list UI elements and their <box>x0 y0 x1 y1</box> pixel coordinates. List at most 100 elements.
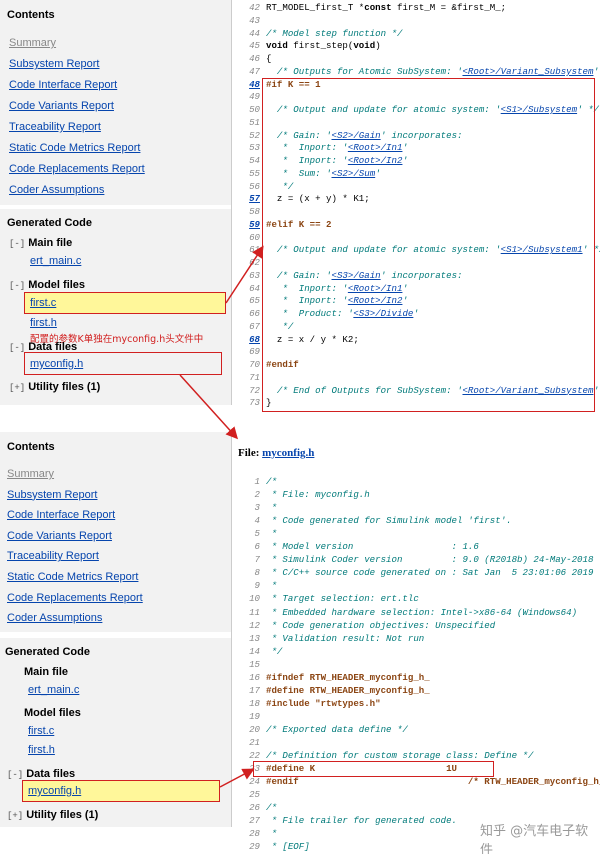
code-text: /* Outputs for Atomic SubSystem: '<Root>… <box>266 65 599 77</box>
code-line: 15 <box>240 659 600 672</box>
line-number: 66 <box>249 308 260 319</box>
line-number: 63 <box>249 269 260 281</box>
line-number: 56 <box>249 180 260 192</box>
collapse-toggle[interactable]: [-] <box>9 281 25 291</box>
generated-code-title: Generated Code <box>5 646 90 658</box>
code-text: /* Definition for custom storage class: … <box>266 750 534 762</box>
code-line: 5 * <box>240 528 600 541</box>
line-number: 53 <box>249 142 260 154</box>
line-number: 72 <box>249 384 260 396</box>
code-text: * <box>266 828 277 840</box>
code-line: 45 void first_step(void) <box>240 40 600 53</box>
code-text: /* <box>266 476 277 487</box>
line-number: 18 <box>249 697 260 709</box>
code-line: 19 <box>240 711 600 724</box>
report-link-code-replacements-report[interactable]: Code Replacements Report <box>9 163 145 175</box>
code-line: 17 #define RTW_HEADER_myconfig_h_ <box>240 685 600 698</box>
code-line: 11 * Embedded hardware selection: Intel-… <box>240 607 600 620</box>
code-line: 10 * Target selection: ert.tlc <box>240 593 600 606</box>
code-text: * C/C++ source code generated on : Sat J… <box>266 567 594 579</box>
report-link-code-variants-report[interactable]: Code Variants Report <box>9 100 114 112</box>
line-number: 46 <box>249 53 260 64</box>
collapse-toggle[interactable]: [-] <box>9 239 25 249</box>
file-link-first-h[interactable]: first.h <box>30 317 57 329</box>
utility-files-group[interactable]: [+] Utility files (1) <box>9 381 100 393</box>
line-number[interactable]: 57 <box>240 193 260 204</box>
expand-toggle[interactable]: [+] <box>9 383 25 393</box>
code-line: 4 * Code generated for Simulink model 'f… <box>240 515 600 528</box>
report-link-static-code-metrics-report[interactable]: Static Code Metrics Report <box>9 142 140 154</box>
line-number: 12 <box>249 619 260 631</box>
code-text: #include "rtwtypes.h" <box>266 697 381 709</box>
code-line: 26 /* <box>240 802 600 815</box>
model-files-label[interactable]: Model files <box>24 707 81 719</box>
code-text: */ <box>266 645 283 657</box>
main-file-label[interactable]: Main file <box>24 666 68 678</box>
code-line: 12 * Code generation objectives: Unspeci… <box>240 620 600 633</box>
line-number: 28 <box>249 828 260 840</box>
utility-files-group[interactable]: [+] Utility files (1) <box>7 809 98 821</box>
data-files-group[interactable]: [-] Data files <box>7 768 75 780</box>
line-number: 67 <box>249 320 260 332</box>
code-text: #define RTW_HEADER_myconfig_h_ <box>266 684 430 696</box>
variant-code-highlight <box>262 78 595 412</box>
line-number: 54 <box>249 155 260 166</box>
line-number[interactable]: 59 <box>240 219 260 230</box>
line-number: 50 <box>249 104 260 115</box>
file-link-myconfig[interactable]: myconfig.h <box>30 358 83 370</box>
line-number: 2 <box>254 489 260 501</box>
line-number: 24 <box>249 776 260 788</box>
report-link-traceability-report[interactable]: Traceability Report <box>7 550 99 562</box>
line-number: 27 <box>249 815 260 827</box>
code-line: 24 #endif /* RTW_HEADER_myconfig_h_ */ <box>240 776 600 789</box>
line-number: 7 <box>254 554 260 566</box>
watermark: 知乎 @汽车电子软件 <box>480 824 589 854</box>
model-files-group[interactable]: [-] Model files <box>9 279 85 291</box>
main-file-label: Main file <box>28 237 73 249</box>
line-number[interactable]: 68 <box>240 334 260 345</box>
file-link-first-c[interactable]: first.c <box>30 297 56 309</box>
code-text: { <box>266 53 272 64</box>
top-sidebar: Contents Summary Subsystem Report Code Int… <box>0 0 232 405</box>
bottom-sidebar: Contents Summary Subsystem Report Code Int… <box>0 432 232 827</box>
line-number: 22 <box>249 750 260 762</box>
report-link-code-variants-report[interactable]: Code Variants Report <box>7 530 112 542</box>
report-link-summary[interactable]: Summary <box>9 37 56 49</box>
report-link-code-interface-report[interactable]: Code Interface Report <box>7 509 115 521</box>
model-files-label: Model files <box>28 279 86 291</box>
report-link-code-replacements-report[interactable]: Code Replacements Report <box>7 592 143 604</box>
report-link-subsystem-report[interactable]: Subsystem Report <box>7 489 97 501</box>
report-link-summary[interactable]: Summary <box>7 468 54 480</box>
report-link-traceability-report[interactable]: Traceability Report <box>9 121 101 133</box>
file-link-first-c[interactable]: first.c <box>28 725 54 737</box>
line-number: 26 <box>249 802 260 814</box>
code-text: * File: myconfig.h <box>266 489 370 501</box>
line-number: 49 <box>249 91 260 103</box>
line-number: 42 <box>249 2 260 13</box>
file-link-ert-main[interactable]: ert_main.c <box>28 684 79 696</box>
expand-toggle[interactable]: [+] <box>7 811 23 821</box>
code-text: * [EOF] <box>266 841 310 853</box>
file-link-first-h[interactable]: first.h <box>28 744 55 756</box>
report-link-coder-assumptions[interactable]: Coder Assumptions <box>7 612 102 624</box>
file-link-myconfig[interactable]: myconfig.h <box>28 785 81 797</box>
collapse-toggle[interactable]: [-] <box>7 770 23 780</box>
line-number: 43 <box>249 14 260 26</box>
report-link-coder-assumptions[interactable]: Coder Assumptions <box>9 184 104 196</box>
report-link-subsystem-report[interactable]: Subsystem Report <box>9 58 99 70</box>
code-line: 25 <box>240 789 600 802</box>
collapse-toggle[interactable]: [-] <box>9 343 25 353</box>
line-number: 60 <box>249 231 260 243</box>
line-number[interactable]: 48 <box>240 79 260 90</box>
code-line: 16 #ifndef RTW_HEADER_myconfig_h_ <box>240 672 600 685</box>
main-file-group[interactable]: [-] Main file <box>9 237 72 249</box>
file-link-ert-main[interactable]: ert_main.c <box>30 255 81 267</box>
code-text: /* Exported data define */ <box>266 723 408 735</box>
code-text: * <box>266 580 277 592</box>
code-line: 44 /* Model step function */ <box>240 28 600 41</box>
code-text: void first_step(void) <box>266 40 381 52</box>
contents-title: Contents <box>7 9 55 21</box>
contents-title: Contents <box>7 441 55 453</box>
report-link-code-interface-report[interactable]: Code Interface Report <box>9 79 117 91</box>
report-link-static-code-metrics-report[interactable]: Static Code Metrics Report <box>7 571 138 583</box>
